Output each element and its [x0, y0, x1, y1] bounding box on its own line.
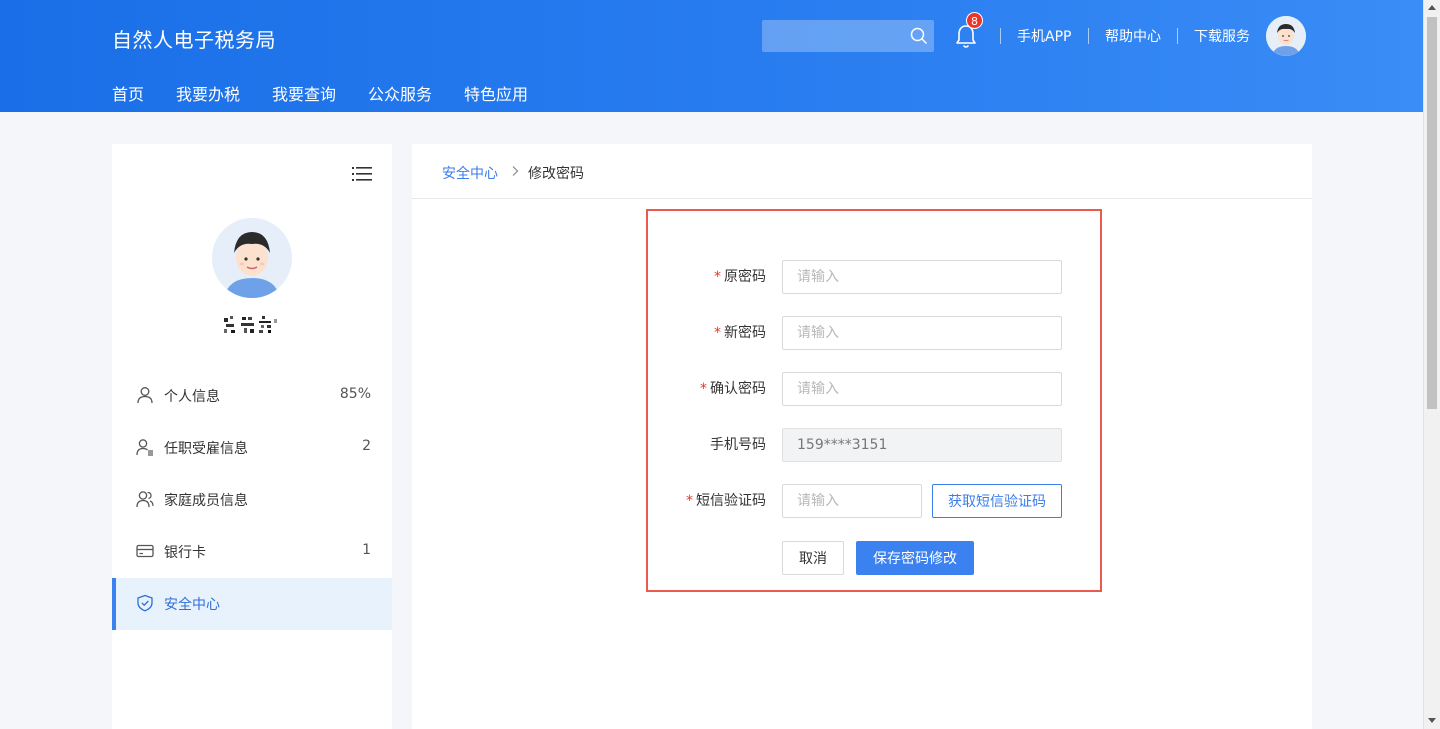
mobile-app-link[interactable]: 手机APP: [1017, 26, 1071, 46]
user-icon: [137, 387, 153, 404]
confirm-password-label: * 确认密码: [606, 378, 766, 398]
required-mark: *: [700, 381, 707, 397]
divider: [1088, 28, 1089, 44]
new-password-label-text: 新密码: [724, 325, 766, 341]
divider: [1177, 28, 1178, 44]
confirm-password-input[interactable]: [782, 372, 1062, 406]
nav-home[interactable]: 首页: [112, 81, 144, 105]
avatar-illustration: [1266, 16, 1306, 56]
main-panel: 安全中心 修改密码 *原密码 *新密码 *确认密码 手机号码 *短信验证码 获取…: [412, 144, 1312, 729]
confirm-password-label-text: 确认密码: [710, 381, 766, 397]
nav-query[interactable]: 我要查询: [272, 81, 336, 105]
family-icon: [136, 491, 154, 508]
sms-code-input[interactable]: [782, 484, 922, 518]
sidebar-item-bank-card[interactable]: 银行卡 1: [112, 526, 392, 578]
sidebar: 个人信息 85% 任职受雇信息 2 家庭成员信息 银行卡 1 安全中心: [112, 144, 392, 729]
sms-code-label-text: 短信验证码: [696, 493, 766, 509]
nav-do-tax[interactable]: 我要办税: [176, 81, 240, 105]
sidebar-item-label: 安全中心: [164, 597, 220, 613]
old-password-label-text: 原密码: [724, 269, 766, 285]
profile-name-redacted: [224, 316, 277, 333]
required-mark: *: [714, 269, 721, 285]
old-password-input[interactable]: [782, 260, 1062, 294]
required-mark: *: [686, 493, 693, 509]
breadcrumb-security-center[interactable]: 安全中心: [442, 163, 498, 183]
scrollbar-thumb[interactable]: [1427, 17, 1437, 409]
breadcrumb: 安全中心 修改密码: [412, 144, 1312, 199]
search-icon[interactable]: [910, 27, 928, 45]
sidebar-item-personal-info[interactable]: 个人信息 85%: [112, 370, 392, 422]
sidebar-item-label: 个人信息: [164, 389, 220, 405]
save-password-button[interactable]: 保存密码修改: [856, 541, 974, 575]
sidebar-item-count: 1: [362, 542, 371, 558]
nav-public-service[interactable]: 公众服务: [368, 81, 432, 105]
notification-badge: 8: [966, 12, 983, 29]
new-password-input[interactable]: [782, 316, 1062, 350]
scroll-up-icon[interactable]: [1428, 5, 1436, 10]
breadcrumb-current: 修改密码: [528, 166, 584, 182]
divider: [1000, 28, 1001, 44]
sidebar-item-security-center[interactable]: 安全中心: [112, 578, 392, 630]
phone-label: 手机号码: [710, 437, 766, 453]
required-mark: *: [714, 325, 721, 341]
sidebar-item-label: 家庭成员信息: [164, 493, 248, 509]
cancel-button[interactable]: 取消: [782, 541, 844, 575]
menu-toggle-icon[interactable]: [352, 165, 372, 183]
sidebar-item-label: 任职受雇信息: [164, 441, 248, 457]
get-sms-code-button[interactable]: 获取短信验证码: [932, 484, 1062, 518]
card-icon: [136, 544, 154, 558]
sidebar-item-count: 2: [362, 438, 371, 454]
search-input[interactable]: [762, 20, 934, 52]
sidebar-item-count: 85%: [339, 386, 371, 402]
profile-avatar: [212, 218, 292, 298]
page-scrollbar[interactable]: [1423, 0, 1440, 729]
old-password-label: * 原密码: [606, 266, 766, 286]
download-service-link[interactable]: 下载服务: [1194, 26, 1250, 46]
sidebar-item-employment-info[interactable]: 任职受雇信息 2: [112, 422, 392, 474]
scroll-down-icon[interactable]: [1428, 718, 1436, 723]
sms-code-label: * 短信验证码: [606, 490, 766, 510]
sidebar-item-family-info[interactable]: 家庭成员信息: [112, 474, 392, 526]
app-title[interactable]: 自然人电子税务局: [112, 24, 276, 53]
chevron-right-icon: [512, 166, 519, 176]
top-header: 自然人电子税务局 8 手机APP 帮助中心 下载服务 首页 我要办税 我要查询 …: [0, 0, 1423, 112]
user-avatar[interactable]: [1266, 16, 1306, 56]
nav-special-apps[interactable]: 特色应用: [464, 81, 528, 105]
new-password-label: * 新密码: [606, 322, 766, 342]
sidebar-item-label: 银行卡: [164, 545, 206, 561]
shield-icon: [137, 594, 153, 612]
user-list-icon: [136, 439, 153, 456]
help-center-link[interactable]: 帮助中心: [1105, 26, 1161, 46]
phone-field: [782, 428, 1062, 462]
avatar-illustration: [212, 218, 292, 298]
